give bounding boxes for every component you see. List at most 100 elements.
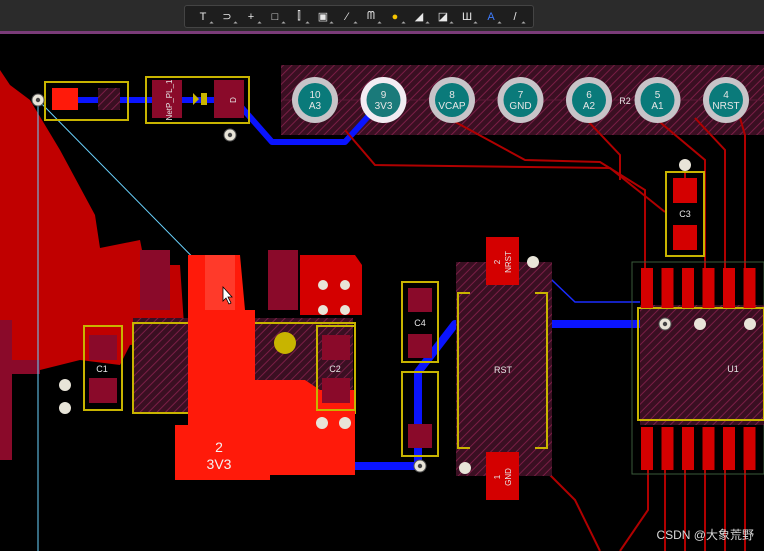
u1-pin-top[interactable] — [723, 268, 735, 308]
keepout-tool-icon[interactable]: ◪ — [431, 7, 455, 26]
pcb-canvas[interactable]: 10A393V38VCAP7GND6A25A14NRST R2 NetP_PL_… — [0, 0, 764, 551]
top-trace — [447, 117, 646, 280]
c2-pad-top[interactable] — [322, 335, 350, 360]
header-pin[interactable]: 4NRST — [703, 77, 749, 123]
c4-pad-bottom[interactable] — [408, 334, 432, 358]
u1-pin-top[interactable] — [641, 268, 653, 308]
pin1-marker — [274, 332, 296, 354]
dropdown-caret-icon — [281, 21, 286, 26]
c3-pad-top[interactable] — [673, 178, 697, 203]
regulator-tab-left[interactable] — [140, 250, 170, 310]
left-edge-pad[interactable] — [0, 320, 12, 460]
filter-tool-icon[interactable]: T — [191, 7, 215, 26]
r-pad-left[interactable] — [52, 88, 78, 110]
via-hole — [662, 321, 668, 327]
header-pin-net: NRST — [712, 101, 739, 112]
interactive-route-tool-icon[interactable]: ⁄ — [335, 7, 359, 26]
c3-pad-bottom[interactable] — [673, 225, 697, 250]
top-trace — [739, 117, 746, 280]
mount-hole — [318, 305, 328, 315]
right-mount-pour[interactable] — [300, 255, 362, 315]
top-trace — [544, 469, 601, 551]
c2-designator: C2 — [329, 364, 341, 374]
u1-pin-bottom[interactable] — [641, 427, 653, 470]
gnd-pad[interactable] — [486, 452, 519, 500]
mount-hole — [318, 280, 328, 290]
c5-pad-bottom[interactable] — [408, 424, 432, 448]
rst-designator: RST — [494, 365, 513, 375]
u1-pin-bottom[interactable] — [682, 427, 694, 470]
c1-pad-top[interactable] — [89, 335, 117, 360]
c1-pad-bottom[interactable] — [89, 378, 117, 403]
u1-pin-bottom[interactable] — [702, 427, 715, 470]
select-rect-tool-icon[interactable]: □ — [263, 7, 287, 26]
c4-pad-top[interactable] — [408, 288, 432, 312]
header-pin-number: 5 — [655, 90, 661, 101]
u1-pin-bottom[interactable] — [743, 427, 756, 470]
nrst-pad[interactable] — [486, 237, 519, 285]
mount-hole — [340, 280, 350, 290]
r-pad-right[interactable] — [98, 88, 120, 110]
dropdown-caret-icon — [521, 21, 526, 26]
via[interactable] — [744, 318, 756, 330]
via[interactable] — [679, 159, 691, 171]
header-pin-number: 8 — [449, 90, 455, 101]
header-pin[interactable]: 5A1 — [634, 77, 681, 123]
led-net-label: NetP_PL_1 — [165, 79, 174, 120]
dropdown-caret-icon — [377, 21, 382, 26]
mount-hole — [340, 305, 350, 315]
via-tool-icon[interactable]: ● — [383, 7, 407, 26]
dropdown-caret-icon — [329, 21, 334, 26]
header-pin-number: 10 — [309, 90, 321, 101]
via[interactable] — [527, 256, 539, 268]
crosshair-tool-icon[interactable]: + — [239, 7, 263, 26]
u1-pin-bottom[interactable] — [661, 427, 674, 470]
line-tool-icon[interactable]: / — [503, 7, 527, 26]
u1-pin-top[interactable] — [743, 268, 756, 308]
u1-pin-top[interactable] — [702, 268, 715, 308]
via[interactable] — [59, 379, 71, 391]
route-tool-icon[interactable]: ⊃ — [215, 7, 239, 26]
header-pin[interactable]: 6A2 — [566, 77, 612, 123]
dimension-tool-icon[interactable]: Ш — [455, 7, 479, 26]
u1-pin-top[interactable] — [682, 268, 694, 308]
header-pin[interactable]: 7GND — [497, 77, 544, 123]
active-bar: T ⊃ + □ ⫿ ▣ ⁄ ᗰ ● ◢ ◪ Ш A / — [184, 5, 534, 28]
polygon-tool-icon[interactable]: ◢ — [407, 7, 431, 26]
c4-designator: C4 — [414, 318, 426, 328]
c2-pad-bottom[interactable] — [322, 378, 350, 403]
header-pin[interactable]: 93V3 — [360, 77, 407, 123]
regulator-tab-right[interactable] — [268, 250, 298, 310]
dropdown-caret-icon — [425, 21, 430, 26]
dropdown-caret-icon — [233, 21, 238, 26]
header-pin[interactable]: 10A3 — [292, 77, 338, 123]
diff-pair-tool-icon[interactable]: ᗰ — [359, 7, 383, 26]
header-pin-net: VCAP — [438, 101, 466, 112]
gnd-pad-net: GND — [504, 468, 513, 486]
text-tool-icon[interactable]: A — [479, 7, 503, 26]
via[interactable] — [459, 462, 471, 474]
via-hole — [417, 463, 423, 469]
header-pin[interactable]: 8VCAP — [429, 77, 475, 123]
via[interactable] — [339, 417, 351, 429]
align-tool-icon[interactable]: ⫿ — [287, 7, 311, 26]
header-pin-net: A2 — [583, 101, 596, 112]
c1-designator: C1 — [96, 364, 108, 374]
header-pin-number: 6 — [586, 90, 592, 101]
dropdown-caret-icon — [401, 21, 406, 26]
top-trace — [619, 470, 649, 551]
header-pin-number: 7 — [518, 90, 524, 101]
u1-pin-top[interactable] — [661, 268, 674, 308]
dropdown-caret-icon — [257, 21, 262, 26]
nrst-pad-num: 2 — [493, 259, 502, 264]
component-tool-icon[interactable]: ▣ — [311, 7, 335, 26]
editor-chrome: T ⊃ + □ ⫿ ▣ ⁄ ᗰ ● ◢ ◪ Ш A / — [0, 0, 764, 34]
header-pin-net: 3V3 — [375, 101, 393, 112]
pcb-editor: 10 A3 9 3V3 8 VCAP 7 GND 6 A2 5 A1 4 NRST R2 NetP_PL_… — [0, 0, 764, 551]
u1-pin-bottom[interactable] — [723, 427, 735, 470]
header-pin-number: 9 — [381, 90, 387, 101]
via[interactable] — [59, 402, 71, 414]
via[interactable] — [316, 417, 328, 429]
via[interactable] — [694, 318, 706, 330]
header-pin-net: A3 — [309, 101, 322, 112]
